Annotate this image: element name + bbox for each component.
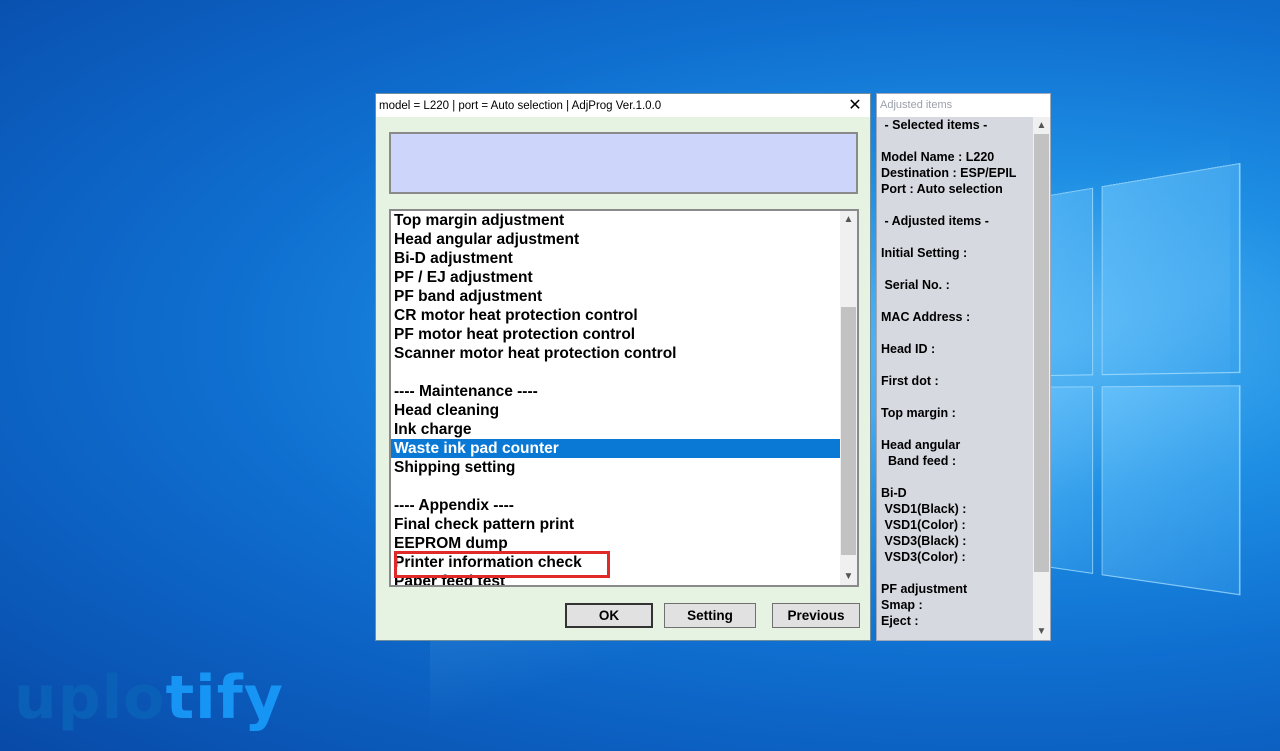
list-item[interactable]: ---- Appendix ---- (391, 496, 842, 515)
list-item[interactable]: PF band adjustment (391, 287, 842, 306)
panel-line: - Selected items - (877, 117, 1034, 133)
previous-button[interactable]: Previous (772, 603, 860, 628)
message-box (389, 132, 858, 194)
panel-line: Band feed : (877, 453, 1034, 469)
list-item[interactable]: ---- Maintenance ---- (391, 382, 842, 401)
setting-button[interactable]: Setting (664, 603, 756, 628)
watermark-logo: uplotify (14, 668, 284, 728)
panel-line: First dot : (877, 373, 1034, 389)
panel-line: Smap : (877, 597, 1034, 613)
panel-line: VSD1(Black) : (877, 501, 1034, 517)
list-item[interactable]: Final check pattern print (391, 515, 842, 534)
ok-button[interactable]: OK (565, 603, 653, 628)
panel-line: PF adjustment (877, 581, 1034, 597)
scroll-down-icon[interactable]: ▼ (1033, 623, 1050, 640)
list-item[interactable]: Head cleaning (391, 401, 842, 420)
scroll-up-icon[interactable]: ▲ (840, 211, 857, 228)
panel-line: VSD3(Color) : (877, 549, 1034, 565)
list-scrollbar[interactable]: ▲ ▼ (840, 211, 857, 585)
list-item[interactable]: PF / EJ adjustment (391, 268, 842, 287)
list-spacer (391, 363, 842, 382)
panel-line: Bi-D (877, 485, 1034, 501)
annotation-highlight-box (394, 551, 610, 578)
panel-title: Adjusted items (877, 94, 1050, 117)
panel-spacer (877, 197, 1034, 213)
panel-line: Initial Setting : (877, 245, 1034, 261)
list-item[interactable]: Shipping setting (391, 458, 842, 477)
panel-line: Head ID : (877, 341, 1034, 357)
scroll-down-icon[interactable]: ▼ (840, 568, 857, 585)
list-item[interactable]: Bi-D adjustment (391, 249, 842, 268)
adjprog-dialog: model = L220 | port = Auto selection | A… (375, 93, 871, 641)
panel-spacer (877, 325, 1034, 341)
window-title: model = L220 | port = Auto selection | A… (379, 100, 661, 112)
panel-line: Head angular (877, 437, 1034, 453)
panel-line: Top margin : (877, 405, 1034, 421)
title-bar: model = L220 | port = Auto selection | A… (376, 94, 870, 117)
scroll-thumb[interactable] (1034, 134, 1049, 572)
panel-spacer (877, 421, 1034, 437)
panel-spacer (877, 293, 1034, 309)
close-icon[interactable]: ✕ (840, 94, 870, 117)
panel-spacer (877, 357, 1034, 373)
panel-spacer (877, 565, 1034, 581)
panel-spacer (877, 261, 1034, 277)
panel-spacer (877, 229, 1034, 245)
panel-line: VSD1(Color) : (877, 517, 1034, 533)
list-item[interactable]: Ink charge (391, 420, 842, 439)
scroll-up-icon[interactable]: ▲ (1033, 117, 1050, 134)
panel-scrollbar[interactable]: ▲ ▼ (1033, 117, 1050, 640)
panel-line: Serial No. : (877, 277, 1034, 293)
list-item[interactable]: Top margin adjustment (391, 211, 842, 230)
panel-line: MAC Address : (877, 309, 1034, 325)
panel-content: - Selected items - Model Name : L220 Desti… (877, 117, 1034, 640)
function-listbox[interactable]: Top margin adjustment Head angular adjust… (389, 209, 859, 587)
panel-line: Destination : ESP/EPIL (877, 165, 1034, 181)
adjusted-items-panel: Adjusted items - Selected items - Model N… (876, 93, 1051, 641)
list-item[interactable]: Scanner motor heat protection control (391, 344, 842, 363)
panel-line: Model Name : L220 (877, 149, 1034, 165)
panel-spacer (877, 469, 1034, 485)
panel-line: - Adjusted items - (877, 213, 1034, 229)
panel-line: Eject : (877, 613, 1034, 629)
panel-line: Port : Auto selection (877, 181, 1034, 197)
list-items: Top margin adjustment Head angular adjust… (391, 211, 842, 587)
list-item[interactable]: Waste ink pad counter (391, 439, 842, 458)
list-spacer (391, 477, 842, 496)
panel-line: VSD3(Black) : (877, 533, 1034, 549)
list-item[interactable]: Head angular adjustment (391, 230, 842, 249)
panel-spacer (877, 389, 1034, 405)
panel-spacer (877, 133, 1034, 149)
list-item[interactable]: PF motor heat protection control (391, 325, 842, 344)
list-item[interactable]: CR motor heat protection control (391, 306, 842, 325)
scroll-thumb[interactable] (841, 307, 856, 555)
